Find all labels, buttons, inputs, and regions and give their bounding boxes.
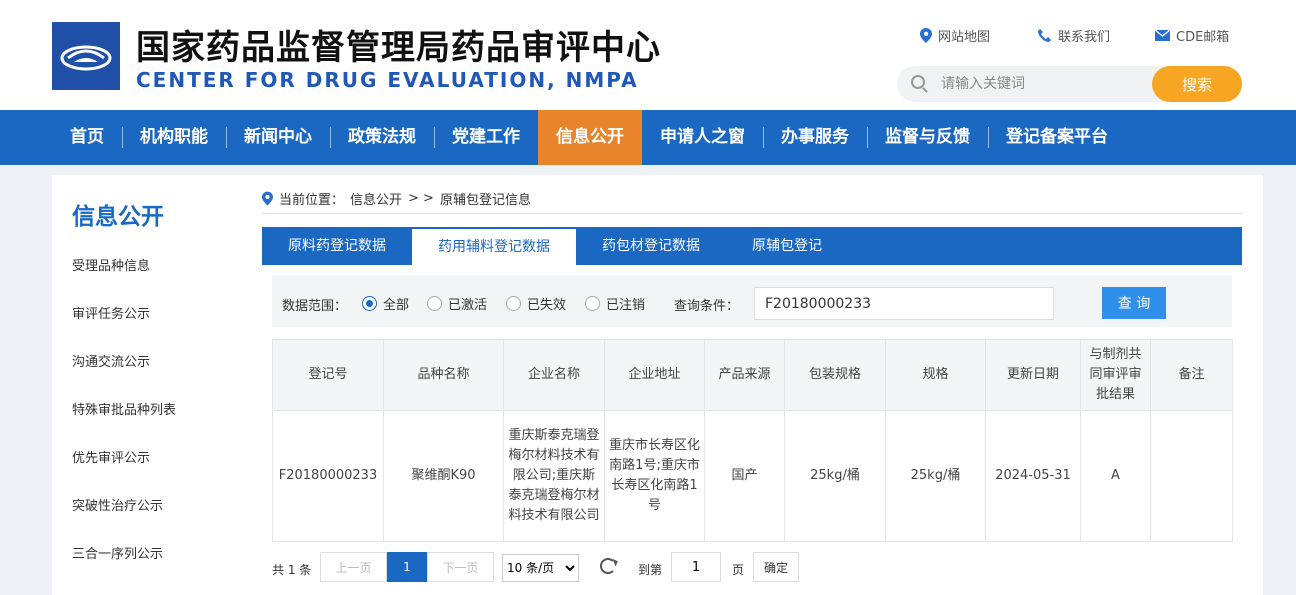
radio-expired[interactable]: 已失效 bbox=[506, 294, 566, 313]
location-pin-icon bbox=[920, 28, 932, 43]
sitemap-link[interactable]: 网站地图 bbox=[920, 26, 990, 45]
sidebar-item-review-tasks[interactable]: 审评任务公示 bbox=[72, 303, 150, 322]
goto-page-input[interactable] bbox=[671, 552, 721, 582]
breadcrumb-current: 原辅包登记信息 bbox=[439, 193, 531, 208]
breadcrumb: 当前位置： 信息公开 > > 原辅包登记信息 bbox=[262, 189, 531, 208]
search-icon bbox=[911, 75, 925, 89]
radio-unchecked-icon bbox=[585, 296, 600, 311]
cell-company-name: 重庆斯泰克瑞登梅尔材料技术有限公司;重庆斯泰克瑞登梅尔材料技术有限公司 bbox=[503, 410, 605, 542]
sidebar-item-breakthrough[interactable]: 突破性治疗公示 bbox=[72, 495, 163, 514]
nav-item-news[interactable]: 新闻中心 bbox=[226, 110, 330, 165]
sidebar-item-three-in-one[interactable]: 三合一序列公示 bbox=[72, 543, 163, 562]
mail-icon bbox=[1155, 30, 1170, 41]
nav-item-services[interactable]: 办事服务 bbox=[763, 110, 867, 165]
phone-icon bbox=[1038, 29, 1051, 42]
query-label: 查询条件： bbox=[674, 299, 740, 314]
col-header-reg-no: 登记号 bbox=[272, 339, 384, 411]
search-input[interactable] bbox=[941, 74, 1141, 94]
scope-label: 数据范围： bbox=[282, 299, 348, 314]
prev-page-button[interactable]: 上一页 bbox=[320, 552, 387, 582]
page-unit-label: 页 bbox=[732, 563, 745, 577]
breadcrumb-prefix: 当前位置： bbox=[279, 193, 345, 208]
radio-cancelled[interactable]: 已注销 bbox=[585, 294, 645, 313]
radio-unchecked-icon bbox=[427, 296, 442, 311]
breadcrumb-separator: > > bbox=[408, 191, 434, 206]
main-content: 当前位置： 信息公开 > > 原辅包登记信息 原料药登记数据 药用辅料登记数据 … bbox=[242, 175, 1263, 595]
page-1-button[interactable]: 1 bbox=[387, 552, 427, 582]
nav-item-applicant[interactable]: 申请人之窗 bbox=[642, 110, 763, 165]
query-button[interactable]: 查 询 bbox=[1102, 287, 1166, 319]
query-input[interactable] bbox=[754, 287, 1054, 320]
col-header-company-name: 企业名称 bbox=[503, 339, 605, 411]
cde-logo[interactable] bbox=[52, 22, 120, 90]
site-search: 搜索 bbox=[897, 66, 1242, 102]
logo-emblem-icon bbox=[60, 45, 112, 71]
site-title-cn: 国家药品监督管理局药品审评中心 bbox=[136, 28, 661, 68]
col-header-source: 产品来源 bbox=[704, 339, 785, 411]
tab-packaging-registration[interactable]: 药包材登记数据 bbox=[576, 227, 726, 265]
filter-bar: 数据范围： 全部 已激活 已失效 已注销 查询条件： 查 询 bbox=[272, 275, 1232, 327]
col-header-package-spec: 包装规格 bbox=[784, 339, 886, 411]
table-header-row: 登记号 品种名称 企业名称 企业地址 产品来源 包装规格 规格 更新日期 与制剂… bbox=[272, 339, 1233, 411]
col-header-update-date: 更新日期 bbox=[985, 339, 1081, 411]
next-page-button[interactable]: 下一页 bbox=[427, 552, 494, 582]
nav-item-party[interactable]: 党建工作 bbox=[434, 110, 538, 165]
breadcrumb-info-public[interactable]: 信息公开 bbox=[350, 189, 402, 208]
sidebar: 信息公开 受理品种信息 审评任务公示 沟通交流公示 特殊审批品种列表 优先审评公… bbox=[52, 175, 242, 595]
sidebar-item-accepted[interactable]: 受理品种信息 bbox=[72, 255, 150, 274]
cell-product-name: 聚维酮K90 bbox=[383, 410, 504, 542]
cell-reg-no: F20180000233 bbox=[272, 410, 384, 542]
radio-unchecked-icon bbox=[506, 296, 521, 311]
col-header-product-name: 品种名称 bbox=[383, 339, 504, 411]
nav-item-registration[interactable]: 登记备案平台 bbox=[988, 110, 1126, 165]
goto-confirm-button[interactable]: 确定 bbox=[753, 552, 799, 582]
page-size-select[interactable]: 10 条/页 bbox=[502, 554, 579, 582]
cell-source: 国产 bbox=[704, 410, 785, 542]
main-nav: 首页 机构职能 新闻中心 政策法规 党建工作 信息公开 申请人之窗 办事服务 监… bbox=[0, 110, 1296, 165]
sidebar-item-communication[interactable]: 沟通交流公示 bbox=[72, 351, 150, 370]
cell-package-spec: 25kg/桶 bbox=[784, 410, 886, 542]
cell-joint-review-result: A bbox=[1080, 410, 1151, 542]
total-count: 共 1 条 bbox=[272, 563, 312, 577]
table-row: F20180000233 聚维酮K90 重庆斯泰克瑞登梅尔材料技术有限公司;重庆… bbox=[272, 410, 1233, 542]
search-button[interactable]: 搜索 bbox=[1152, 66, 1242, 102]
cell-spec: 25kg/桶 bbox=[885, 410, 986, 542]
col-header-company-address: 企业地址 bbox=[604, 339, 705, 411]
goto-label: 到第 bbox=[638, 563, 663, 577]
pagination: 共 1 条 上一页 1 下一页 10 条/页 到第 页 确定 bbox=[272, 552, 1232, 582]
radio-activated[interactable]: 已激活 bbox=[427, 294, 487, 313]
nav-item-feedback[interactable]: 监督与反馈 bbox=[867, 110, 988, 165]
sidebar-title: 信息公开 bbox=[72, 204, 164, 230]
cell-remarks bbox=[1150, 410, 1233, 542]
radio-all[interactable]: 全部 bbox=[362, 294, 409, 313]
sidebar-item-special-approval[interactable]: 特殊审批品种列表 bbox=[72, 399, 176, 418]
cell-company-address: 重庆市长寿区化南路1号;重庆市长寿区化南路1号 bbox=[604, 410, 705, 542]
divider bbox=[262, 213, 1242, 214]
results-table: 登记号 品种名称 企业名称 企业地址 产品来源 包装规格 规格 更新日期 与制剂… bbox=[272, 339, 1233, 542]
tab-combined-registration[interactable]: 原辅包登记 bbox=[726, 227, 848, 265]
col-header-remarks: 备注 bbox=[1150, 339, 1233, 411]
sidebar-item-priority[interactable]: 优先审评公示 bbox=[72, 447, 150, 466]
radio-checked-icon bbox=[362, 296, 377, 311]
nav-item-info-public[interactable]: 信息公开 bbox=[538, 110, 642, 165]
refresh-icon[interactable] bbox=[600, 558, 616, 574]
site-header: 国家药品监督管理局药品审评中心 CENTER FOR DRUG EVALUATI… bbox=[0, 0, 1296, 110]
contact-link[interactable]: 联系我们 bbox=[1037, 26, 1110, 45]
col-header-spec: 规格 bbox=[885, 339, 986, 411]
tab-excipient-registration[interactable]: 药用辅料登记数据 bbox=[412, 229, 576, 265]
cde-mail-link[interactable]: CDE邮箱 bbox=[1155, 26, 1229, 45]
nav-item-policy[interactable]: 政策法规 bbox=[330, 110, 434, 165]
tab-bar: 原料药登记数据 药用辅料登记数据 药包材登记数据 原辅包登记 bbox=[262, 227, 1242, 265]
tab-api-registration[interactable]: 原料药登记数据 bbox=[262, 227, 412, 265]
col-header-joint-review-result: 与制剂共同审评审批结果 bbox=[1080, 339, 1151, 411]
nav-item-home[interactable]: 首页 bbox=[52, 110, 122, 165]
location-pin-icon bbox=[262, 191, 273, 206]
site-title-en: CENTER FOR DRUG EVALUATION, NMPA bbox=[136, 68, 639, 92]
nav-item-functions[interactable]: 机构职能 bbox=[122, 110, 226, 165]
cell-update-date: 2024-05-31 bbox=[985, 410, 1081, 542]
